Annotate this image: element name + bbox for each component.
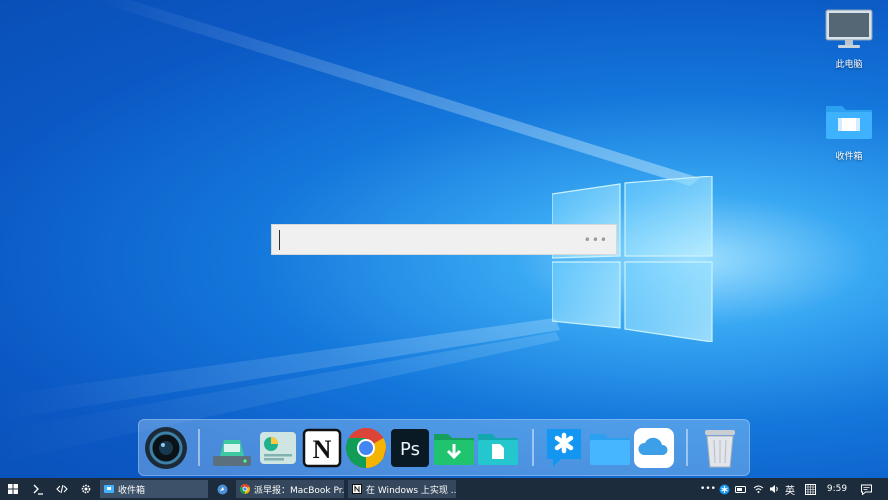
more-options-button[interactable]: ••• xyxy=(584,233,608,247)
task-label: 收件箱 xyxy=(118,485,146,496)
windows-start-icon xyxy=(8,484,18,494)
task-inbox[interactable]: 收件箱 xyxy=(100,480,208,498)
windows-logo xyxy=(552,176,713,342)
task-label: 派早报：MacBook Pr... xyxy=(254,485,344,496)
drive-tray-icon[interactable] xyxy=(732,478,748,500)
clock[interactable]: 9:59 xyxy=(822,478,852,500)
dashboard-app-icon[interactable] xyxy=(256,426,300,470)
search-input[interactable] xyxy=(282,229,586,253)
dock-separator xyxy=(532,429,534,466)
notion-glyph: N xyxy=(313,435,332,464)
wifi-icon[interactable] xyxy=(750,478,766,500)
photoshop-icon[interactable]: Ps xyxy=(388,426,432,470)
task-chrome[interactable]: 派早报：MacBook Pr... xyxy=(236,480,344,498)
desktop-icon-label: 此电脑 xyxy=(835,60,863,70)
folder-icon xyxy=(826,106,872,139)
folder-icon xyxy=(104,485,114,493)
monitor-icon xyxy=(825,9,873,48)
qq-tray-icon[interactable] xyxy=(716,478,732,500)
chrome-icon xyxy=(240,484,250,494)
downloads-folder-icon[interactable] xyxy=(432,426,476,470)
text-caret xyxy=(279,230,280,250)
dock-separator xyxy=(198,429,200,466)
dock-separator xyxy=(686,429,688,466)
app-dock: N Ps xyxy=(138,419,750,476)
search-bar[interactable]: ••• xyxy=(271,224,617,255)
notion-icon xyxy=(352,484,362,494)
chrome-icon[interactable] xyxy=(344,426,388,470)
photoshop-glyph: Ps xyxy=(400,439,420,460)
volume-icon[interactable] xyxy=(766,478,782,500)
input-language-indicator[interactable]: 英 xyxy=(782,478,798,500)
code-icon[interactable] xyxy=(52,478,72,500)
notification-icon[interactable] xyxy=(858,478,874,500)
folder-icon[interactable] xyxy=(588,426,632,470)
terminal-icon[interactable] xyxy=(28,478,48,500)
notion-icon[interactable]: N xyxy=(300,426,344,470)
trash-icon[interactable] xyxy=(698,426,742,470)
start-button[interactable] xyxy=(4,478,22,500)
taskbar: 收件箱 派早报：MacBook Pr... 在 Windows 上实现 ... … xyxy=(0,478,888,500)
ime-mode-icon[interactable] xyxy=(802,478,818,500)
disk-drive-icon[interactable] xyxy=(210,426,254,470)
desktop-icon-inbox[interactable]: 收件箱 xyxy=(814,100,884,162)
icloud-icon[interactable] xyxy=(632,426,676,470)
pinned-app-icon[interactable] xyxy=(212,478,232,500)
task-notion[interactable]: 在 Windows 上实现 ... xyxy=(348,480,456,498)
settings-gear-icon[interactable] xyxy=(76,478,96,500)
desktop-icon-label: 收件箱 xyxy=(835,152,863,162)
documents-folder-icon[interactable] xyxy=(476,426,520,470)
tencent-qq-icon[interactable] xyxy=(542,426,586,470)
camera-lens-icon[interactable] xyxy=(144,426,188,470)
task-label: 在 Windows 上实现 ... xyxy=(366,485,456,496)
tray-more-button[interactable]: ••• xyxy=(700,478,716,500)
desktop-icon-this-pc[interactable]: 此电脑 xyxy=(814,8,884,70)
